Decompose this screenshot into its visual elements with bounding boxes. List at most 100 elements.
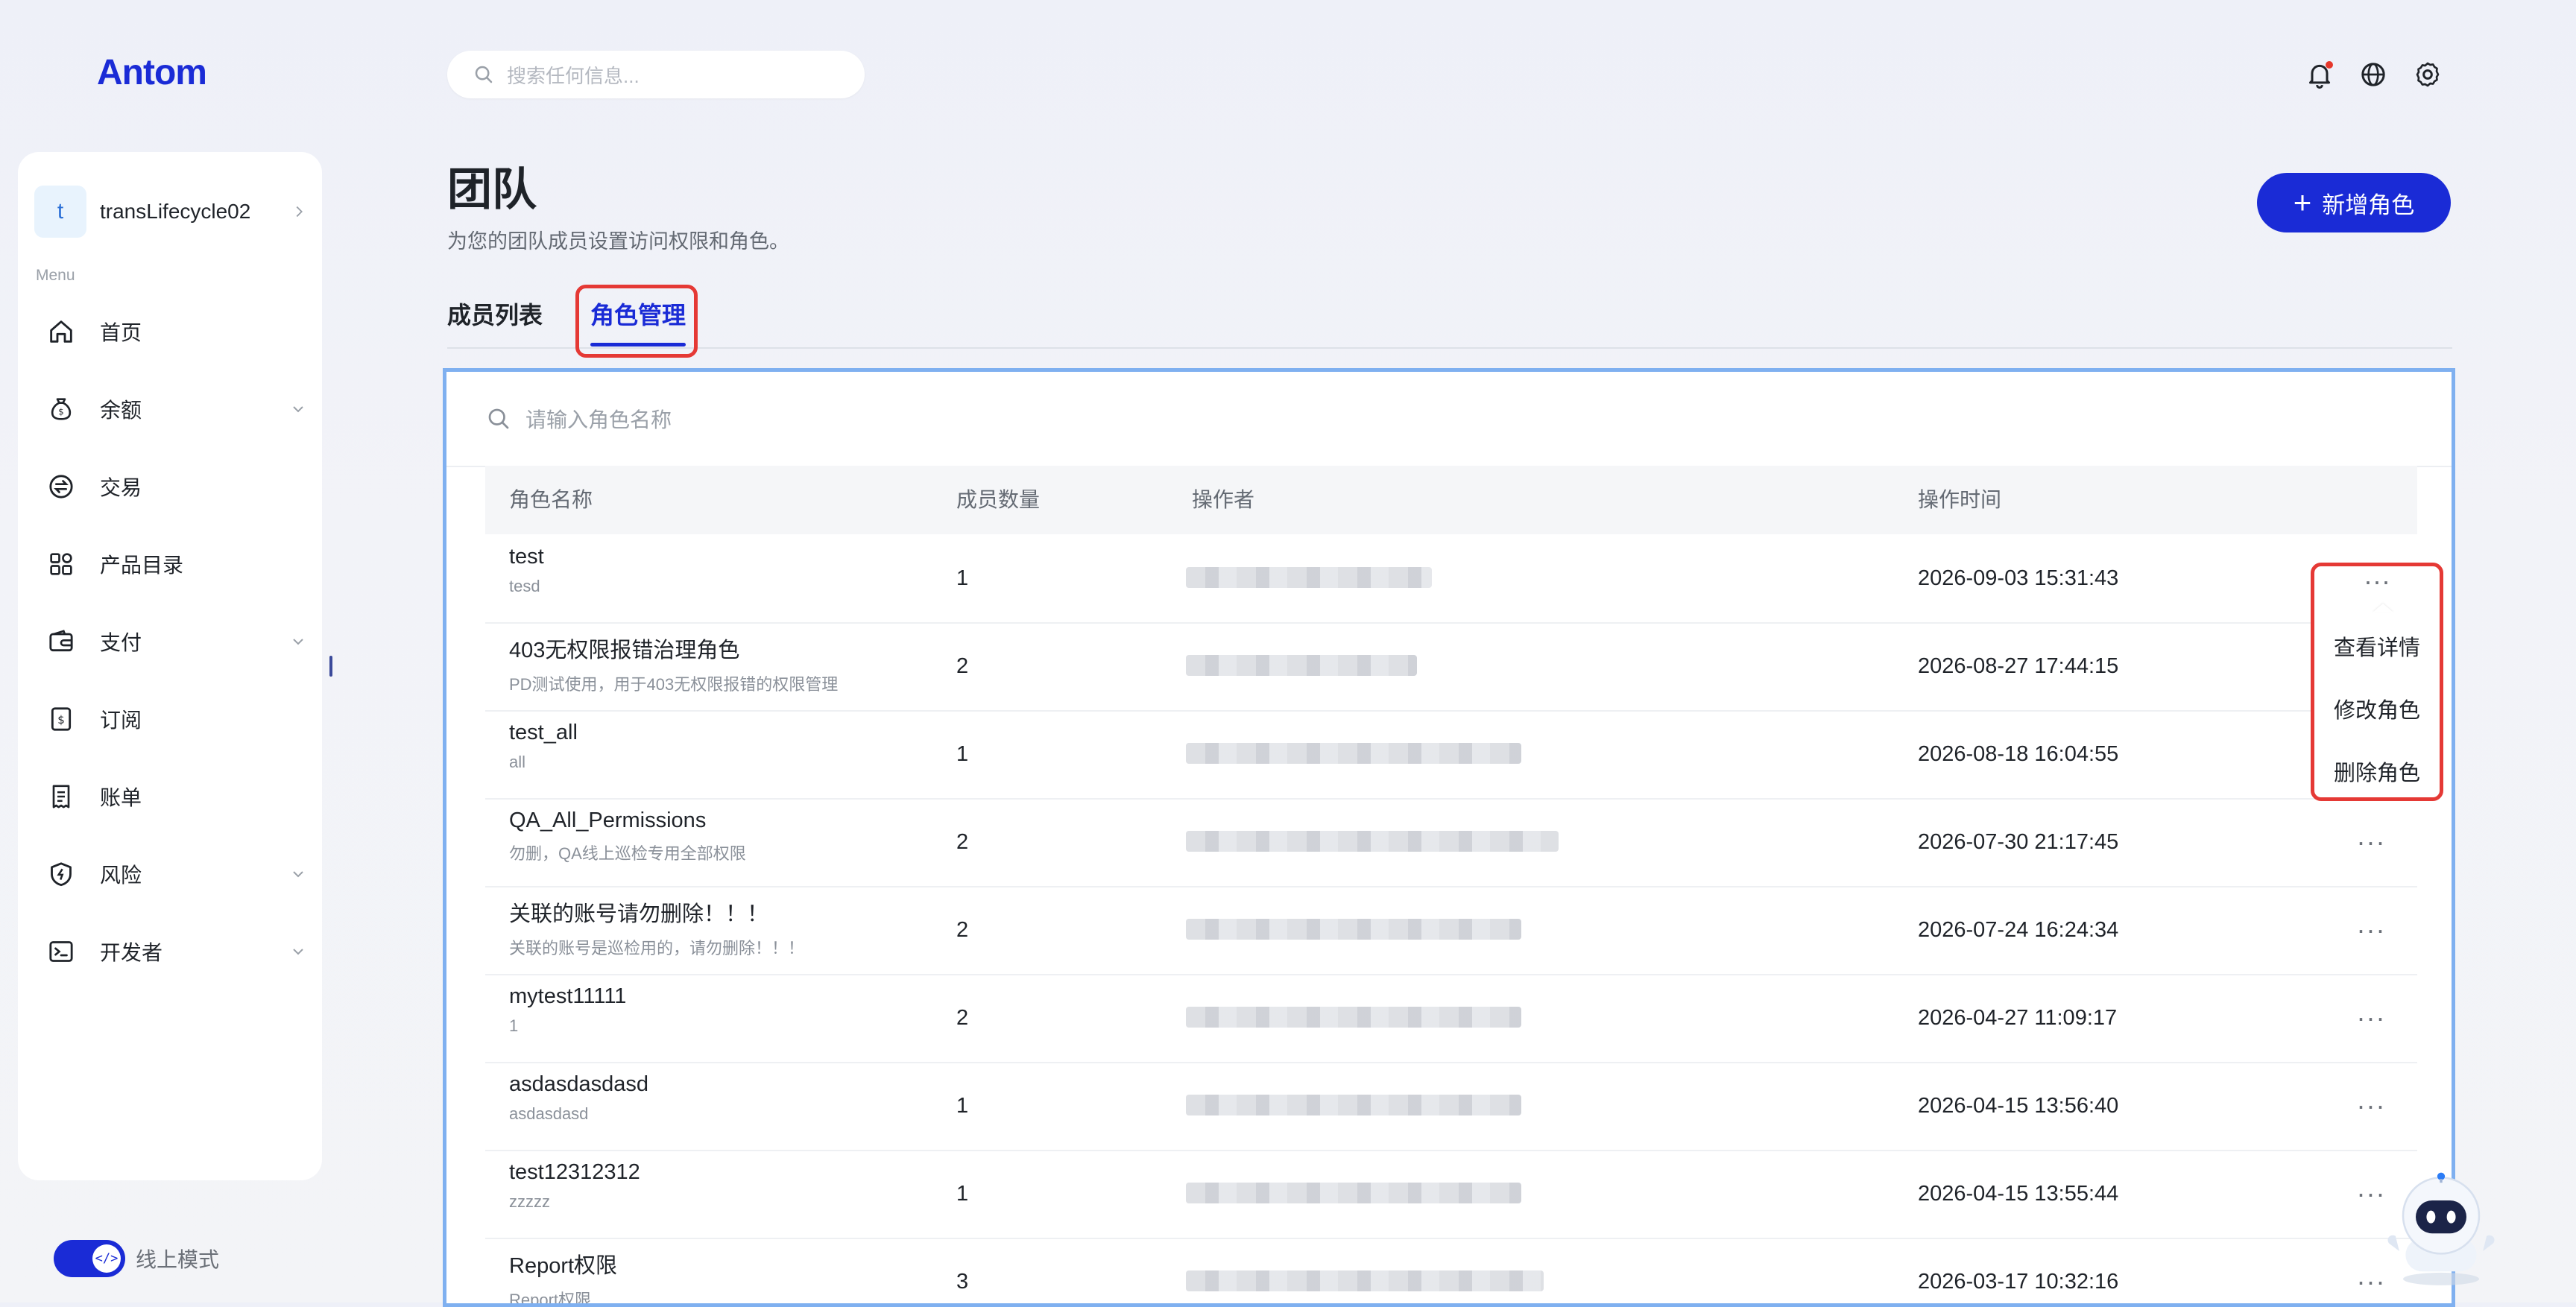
- notification-dot: [2326, 61, 2333, 69]
- home-icon: [50, 320, 72, 343]
- terminal-icon: [49, 941, 73, 962]
- sidebar-item-developers[interactable]: 开发者: [46, 925, 307, 978]
- sidebar-item-label: 风险: [100, 864, 142, 887]
- chevron-down-icon: [293, 871, 303, 878]
- sidebar-item-label: 支付: [100, 631, 142, 654]
- operator-redacted: [1186, 655, 1417, 676]
- member-count: 2: [956, 830, 969, 854]
- operator-redacted: [1186, 1095, 1521, 1115]
- table-row[interactable]: Report权限 Report权限 3 2026-03-17 10:32:16 ·…: [485, 1238, 2417, 1307]
- row-more-actions-button[interactable]: ···: [2349, 1062, 2393, 1150]
- member-count: 2: [956, 1006, 969, 1030]
- table-row[interactable]: test_all all 1 2026-08-18 16:04:55: [485, 710, 2417, 800]
- language-globe-icon[interactable]: [2358, 60, 2388, 89]
- tab-member-list[interactable]: 成员列表: [447, 297, 543, 331]
- role-name: 关联的账号请勿删除！！！: [509, 902, 769, 926]
- operator-redacted: [1186, 1007, 1521, 1028]
- plus-icon: +: [2293, 185, 2312, 220]
- page-subtitle: 为您的团队成员设置访问权限和角色。: [447, 230, 789, 253]
- assistant-robot-icon[interactable]: [2378, 1162, 2504, 1289]
- svg-text:$: $: [58, 407, 63, 417]
- role-description: tesd: [509, 577, 540, 595]
- sidebar-item-label: 交易: [100, 476, 142, 499]
- role-search-input[interactable]: 请输入角色名称: [446, 372, 2452, 467]
- table-row[interactable]: 关联的账号请勿删除！！！ 关联的账号是巡检用的，请勿删除！！！ 2 2026-07…: [485, 886, 2417, 975]
- search-icon: [475, 66, 493, 83]
- operation-time: 2026-08-27 17:44:15: [1918, 654, 2119, 678]
- role-name: 403无权限报错治理角色: [509, 639, 740, 662]
- menu-item-view-details[interactable]: 查看详情: [2314, 630, 2440, 662]
- role-description: 关联的账号是巡检用的，请勿删除！！！: [509, 939, 805, 958]
- account-name: transLifecycle02: [100, 200, 251, 223]
- operation-time: 2026-09-03 15:31:43: [1918, 566, 2119, 590]
- add-role-button[interactable]: + 新增角色: [2257, 173, 2451, 232]
- roles-panel: 请输入角色名称 角色名称 成员数量 操作者 操作时间 test tesd 1 20…: [443, 368, 2455, 1307]
- column-header-member-count: 成员数量: [956, 488, 1041, 511]
- row-more-actions-button[interactable]: ···: [2349, 798, 2393, 886]
- sidebar-item-balance[interactable]: $ 余额: [46, 383, 307, 435]
- role-name: test_all: [509, 721, 578, 744]
- member-count: 2: [956, 654, 969, 678]
- menu-item-delete-role[interactable]: 删除角色: [2314, 756, 2440, 787]
- member-count: 2: [956, 918, 969, 942]
- sidebar-item-label: 产品目录: [100, 554, 184, 577]
- operation-time: 2026-03-17 10:32:16: [1918, 1270, 2119, 1294]
- notification-bell-icon[interactable]: [2305, 60, 2334, 89]
- operation-time: 2026-08-18 16:04:55: [1918, 742, 2119, 766]
- sidebar-resize-handle[interactable]: [329, 656, 332, 677]
- role-name: test: [509, 545, 544, 569]
- live-mode-switch[interactable]: </> 线上模式: [54, 1240, 219, 1277]
- role-description: 勿删，QA线上巡检专用全部权限: [509, 844, 746, 863]
- sidebar-item-product-catalog[interactable]: 产品目录: [46, 538, 307, 590]
- role-name: Report权限: [509, 1254, 618, 1278]
- sidebar-item-transactions[interactable]: 交易: [46, 461, 307, 513]
- settings-gear-icon[interactable]: [2413, 60, 2443, 89]
- exchange-icon: [49, 475, 73, 499]
- operation-time: 2026-04-15 13:55:44: [1918, 1182, 2119, 1206]
- row-more-actions-button[interactable]: ···: [2314, 566, 2440, 604]
- code-icon: </>: [92, 1244, 121, 1273]
- sidebar-item-label: 余额: [100, 399, 142, 422]
- table-row[interactable]: test12312312 zzzzz 1 2026-04-15 13:55:44 …: [485, 1150, 2417, 1239]
- antom-logo[interactable]: Antom: [97, 52, 207, 93]
- table-row[interactable]: mytest11111 1 2 2026-04-27 11:09:17 ···: [485, 974, 2417, 1063]
- global-search-input[interactable]: 搜索任何信息...: [447, 51, 865, 98]
- table-row[interactable]: test tesd 1 2026-09-03 15:31:43: [485, 534, 2417, 624]
- operation-time: 2026-07-30 21:17:45: [1918, 830, 2119, 854]
- search-icon: [488, 408, 509, 429]
- member-count: 1: [956, 1182, 969, 1206]
- operator-redacted: [1186, 919, 1521, 940]
- sidebar-item-bills[interactable]: 账单: [46, 770, 307, 823]
- table-row[interactable]: QA_All_Permissions 勿删，QA线上巡检专用全部权限 2 2026…: [485, 798, 2417, 887]
- subscription-icon: $: [51, 707, 72, 731]
- sidebar-item-label: 账单: [100, 786, 142, 809]
- menu-item-edit-role[interactable]: 修改角色: [2314, 693, 2440, 724]
- operator-redacted: [1186, 1183, 1521, 1203]
- row-actions-menu: ··· 查看详情 修改角色 删除角色: [2311, 563, 2443, 801]
- sidebar-item-risk[interactable]: 风险: [46, 848, 307, 900]
- row-more-actions-button[interactable]: ···: [2349, 886, 2393, 974]
- sidebar-item-home[interactable]: 首页: [46, 306, 307, 358]
- role-name: mytest11111: [509, 984, 627, 1008]
- operator-redacted: [1186, 567, 1432, 588]
- operator-redacted: [1186, 1270, 1544, 1291]
- operation-time: 2026-04-15 13:56:40: [1918, 1094, 2119, 1118]
- mode-toggle[interactable]: </>: [54, 1240, 125, 1277]
- row-more-actions-button[interactable]: ···: [2349, 974, 2393, 1062]
- role-description: all: [509, 753, 526, 771]
- wallet-icon: [49, 630, 73, 652]
- sidebar-item-payments[interactable]: 支付: [46, 615, 307, 668]
- sidebar-item-label: 订阅: [100, 709, 142, 732]
- grid-icon: [50, 553, 72, 575]
- role-name: test12312312: [509, 1160, 640, 1184]
- member-count: 1: [956, 566, 969, 590]
- role-description: Report权限: [509, 1291, 592, 1307]
- role-search-placeholder: 请输入角色名称: [525, 408, 672, 431]
- sidebar-item-subscriptions[interactable]: $ 订阅: [46, 693, 307, 745]
- table-row[interactable]: 403无权限报错治理角色 PD测试使用，用于403无权限报错的权限管理 2 202…: [485, 622, 2417, 712]
- account-switcher[interactable]: t transLifecycle02: [34, 182, 307, 241]
- operation-time: 2026-04-27 11:09:17: [1918, 1006, 2118, 1030]
- column-header-role-name: 角色名称: [509, 488, 593, 511]
- table-row[interactable]: asdasdasdasd asdasdasd 1 2026-04-15 13:56…: [485, 1062, 2417, 1151]
- member-count: 1: [956, 1094, 969, 1118]
